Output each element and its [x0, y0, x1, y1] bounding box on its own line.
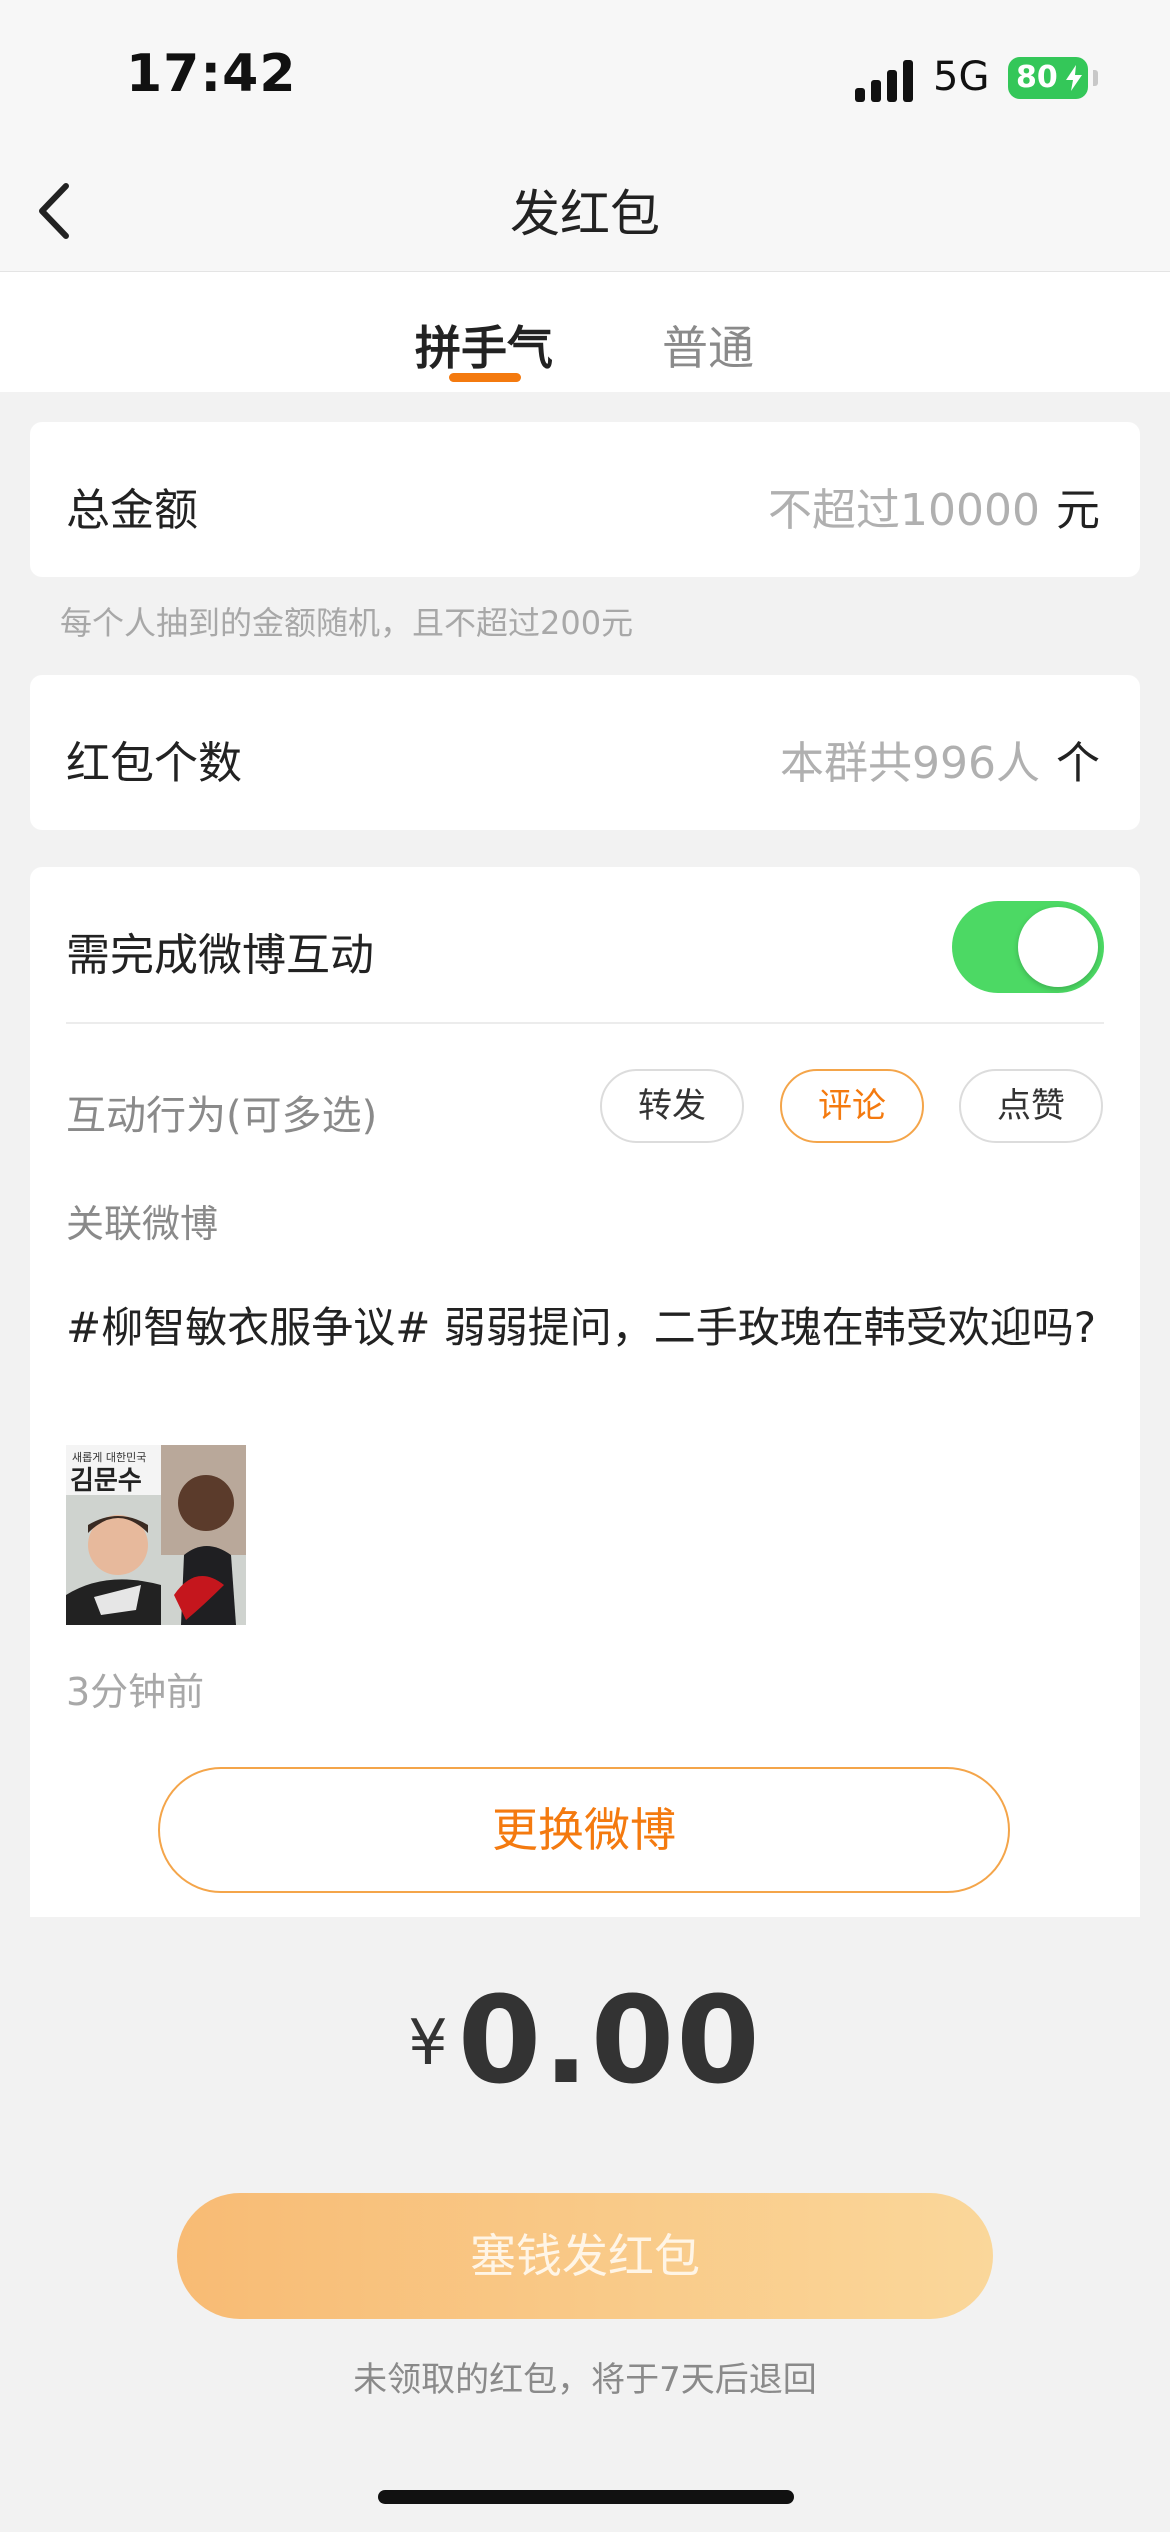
amount-input[interactable]: 不超过10000 元 [768, 474, 1100, 538]
interaction-toggle[interactable] [952, 901, 1104, 993]
tab-bar: 拼手气 普通 [0, 272, 1170, 392]
total-value: 0.00 [457, 1972, 762, 2111]
count-input[interactable]: 本群共996人个 [780, 727, 1100, 791]
refund-note: 未领取的红包，将于7天后退回 [353, 2360, 817, 2400]
total-amount: ¥0.00 [0, 1972, 1170, 2111]
nav-bar: 发红包 [0, 150, 1170, 272]
thumbnail-image: 새롭게 대한민국 김문수 [66, 1445, 246, 1625]
thumb-caption-large: 김문수 [70, 1466, 142, 1496]
charging-bolt-icon [1066, 65, 1082, 91]
amount-hint: 每个人抽到的金额随机，且不超过200元 [60, 604, 634, 642]
currency-symbol: ¥ [408, 2006, 448, 2079]
change-weibo-button[interactable]: 更换微博 [158, 1767, 1010, 1893]
home-indicator[interactable] [378, 2490, 794, 2504]
tab-normal[interactable]: 普通 [662, 312, 754, 378]
battery-level: 80 [1016, 60, 1058, 95]
count-unit: 个 [1056, 738, 1100, 789]
amount-unit: 元 [1056, 485, 1100, 536]
signal-icon [855, 60, 913, 102]
linked-weibo-label: 关联微博 [66, 1202, 219, 1246]
post-thumbnail[interactable]: 새롭게 대한민국 김문수 [66, 1445, 246, 1625]
interaction-label: 需完成微博互动 [66, 930, 374, 981]
post-text: #柳智敏衣服争议# 弱弱提问，二手玫瑰在韩受欢迎吗? [66, 1303, 1097, 1352]
send-red-packet-button[interactable]: 塞钱发红包 [177, 2193, 993, 2319]
interaction-card: 需完成微博互动 互动行为(可多选) 转发 评论 点赞 关联微博 #柳智敏衣服争议… [30, 867, 1140, 1917]
network-label: 5G [933, 54, 990, 100]
action-comment-chip[interactable]: 评论 [780, 1069, 924, 1143]
action-like-chip[interactable]: 点赞 [959, 1069, 1103, 1143]
status-time: 17:42 [126, 44, 297, 104]
divider [66, 1022, 1104, 1024]
page-title: 发红包 [510, 185, 660, 243]
thumb-caption-small: 새롭게 대한민국 [72, 1451, 146, 1464]
count-placeholder: 本群共996人 [780, 738, 1040, 789]
count-label: 红包个数 [66, 738, 242, 789]
amount-placeholder: 不超过10000 [768, 485, 1040, 536]
post-time-ago: 3分钟前 [66, 1670, 205, 1714]
amount-row[interactable]: 总金额 不超过10000 元 [30, 422, 1140, 577]
tab-active-indicator [449, 373, 521, 382]
tab-lucky[interactable]: 拼手气 [415, 312, 553, 378]
amount-label: 总金额 [66, 485, 198, 536]
count-row[interactable]: 红包个数 本群共996人个 [30, 675, 1140, 830]
status-bar: 17:42 5G 80 [0, 0, 1170, 150]
action-repost-chip[interactable]: 转发 [600, 1069, 744, 1143]
toggle-knob [1018, 907, 1098, 987]
battery-icon: 80 [1008, 57, 1098, 99]
actions-label: 互动行为(可多选) [66, 1093, 378, 1139]
